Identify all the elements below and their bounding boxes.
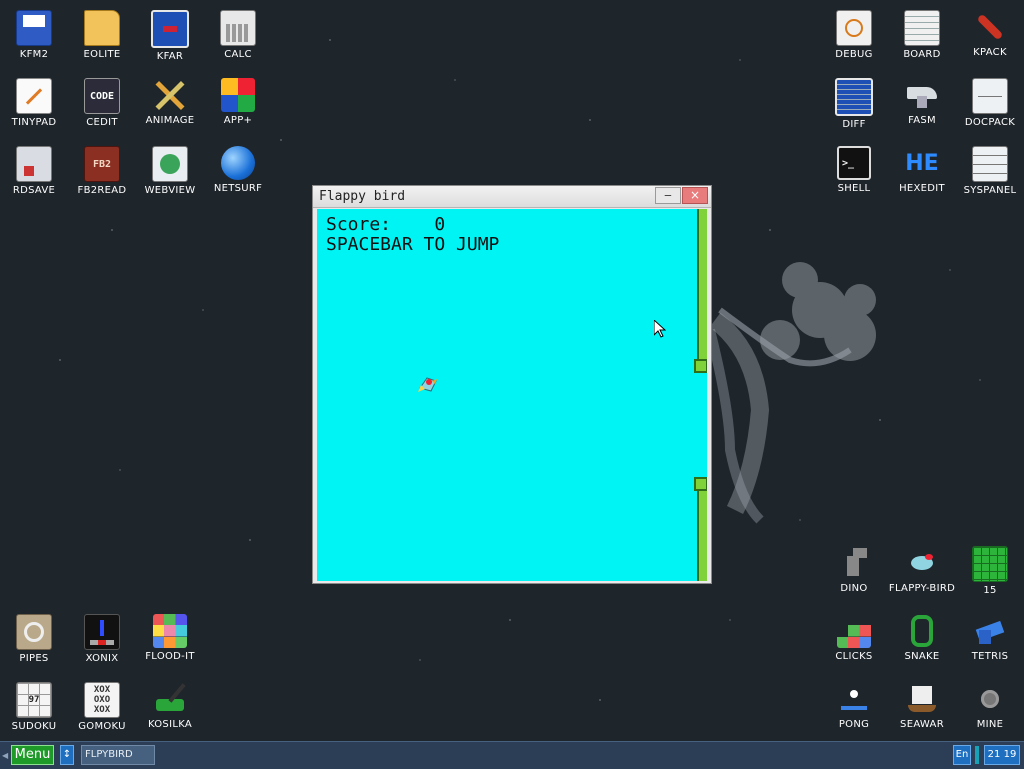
desktop-icon-fasm[interactable]: FASM [888, 74, 956, 134]
mine-icon [973, 682, 1007, 716]
pencil-ruler-icon [153, 78, 187, 112]
cabinet-icon [972, 78, 1008, 114]
desktop-icon-diff[interactable]: DIFF [820, 74, 888, 134]
desktop-icon-snake[interactable]: SNAKE [888, 610, 956, 670]
taskbar: ◀ Menu ↕ FLPYBIRD En 21 19 [0, 741, 1024, 769]
folder-icon [84, 10, 120, 46]
calculator-icon [220, 10, 256, 46]
panels-icon [151, 10, 189, 48]
tetris-icon [973, 614, 1007, 648]
floppy-icon [16, 10, 52, 46]
desktop-icon-xonix[interactable]: XONIX [68, 610, 136, 670]
minimize-button[interactable]: ‒ [655, 187, 681, 204]
desktop-icon-tinypad[interactable]: TINYPAD [0, 74, 68, 134]
desktop-icon-app-plus[interactable]: APP+ [204, 74, 272, 134]
ship-icon [905, 682, 939, 716]
desktop-icon-debug[interactable]: DEBUG [820, 6, 888, 66]
upper-pipe [697, 209, 707, 361]
bird-sprite [418, 377, 437, 392]
game-canvas[interactable]: Score: 0 SPACEBAR TO JUMP [317, 209, 707, 581]
upper-pipe-cap [694, 359, 707, 373]
taskbar-left-arrow-icon[interactable]: ◀ [2, 751, 8, 760]
desktop-icon-board[interactable]: BOARD [888, 6, 956, 66]
jump-hint-text: SPACEBAR TO JUMP [326, 234, 500, 255]
desktop-icon-cedit[interactable]: CODE CEDIT [68, 74, 136, 134]
desktop-icon-pipes[interactable]: PIPES [0, 610, 68, 670]
desktop-icon-clicks[interactable]: CLICKS [820, 610, 888, 670]
snake-icon [905, 614, 939, 648]
desktop-icon-shell[interactable]: >_ SHELL [820, 142, 888, 202]
score-text: Score: 0 [326, 214, 446, 235]
desktop-icon-gomoku[interactable]: XOX OXO XOX GOMOKU [68, 678, 136, 738]
cube-icon [221, 78, 255, 112]
desktop-icon-pong[interactable]: PONG [820, 678, 888, 738]
lawnmower-icon [153, 682, 187, 716]
desktop-icon-syspanel[interactable]: SYSPANEL [956, 142, 1024, 202]
desktop-icon-netsurf[interactable]: NETSURF [204, 142, 272, 202]
desktop-icon-mine[interactable]: MINE [956, 678, 1024, 738]
fifteen-icon [972, 546, 1008, 582]
menu-button[interactable]: Menu [11, 745, 54, 765]
gomoku-icon: XOX OXO XOX [84, 682, 120, 718]
desktop-icon-hexedit[interactable]: HE HEXEDIT [888, 142, 956, 202]
language-indicator[interactable]: En [953, 745, 971, 765]
desktop-icon-rdsave[interactable]: RDSAVE [0, 142, 68, 202]
desktop-icon-15[interactable]: 15 [956, 542, 1024, 602]
desktop-icon-dino[interactable]: DINO [820, 542, 888, 602]
globe-icon [221, 146, 255, 180]
board-icon [904, 10, 940, 46]
pong-icon [837, 682, 871, 716]
desktop-icon-flood-it[interactable]: FLOOD-IT [136, 610, 204, 670]
notepad-icon [16, 78, 52, 114]
lower-pipe [697, 491, 707, 581]
hex-icon: HE [905, 150, 939, 176]
flappy-bird-window[interactable]: Flappy bird ‒ × Score: 0 SPACEBAR TO JUM… [312, 185, 712, 584]
blocks-icon [837, 614, 871, 648]
bug-icon [836, 10, 872, 46]
wrench-icon [973, 10, 1007, 44]
desktop-icon-kpack[interactable]: KPACK [956, 6, 1024, 66]
mouse-cursor-icon [654, 320, 666, 338]
anvil-icon [905, 78, 939, 112]
pipes-icon [16, 614, 52, 650]
desktop-icon-flappy-bird[interactable]: FLAPPY-BIRD [888, 542, 956, 602]
clock[interactable]: 21 19 [984, 745, 1020, 765]
desktop-icon-kosilka[interactable]: KOSILKA [136, 678, 204, 738]
sudoku-icon: 97 [16, 682, 52, 718]
xonix-icon [84, 614, 120, 650]
desktop-icon-kfm2[interactable]: KFM2 [0, 6, 68, 66]
color-grid-icon [153, 614, 187, 648]
desktop-icon-calc[interactable]: CALC [204, 6, 272, 66]
bird-icon [905, 546, 939, 580]
terminal-icon: >_ [837, 146, 871, 180]
window-titlebar[interactable]: Flappy bird ‒ × [313, 186, 711, 208]
taskbar-arrows-button[interactable]: ↕ [60, 745, 74, 765]
taskbar-item-flpybird[interactable]: FLPYBIRD [81, 745, 155, 765]
desktop-icon-kfar[interactable]: KFAR [136, 6, 204, 66]
desktop-icon-fb2read[interactable]: FB2 FB2READ [68, 142, 136, 202]
tree-wallpaper-graphic [705, 262, 876, 524]
disk-save-icon [16, 146, 52, 182]
desktop-icon-tetris[interactable]: TETRIS [956, 610, 1024, 670]
dino-icon [837, 546, 871, 580]
desktop-icon-docpack[interactable]: DOCPACK [956, 74, 1024, 134]
desktop-icon-seawar[interactable]: SEAWAR [888, 678, 956, 738]
web-icon [152, 146, 188, 182]
window-title: Flappy bird [319, 189, 406, 204]
lower-pipe-cap [694, 477, 707, 491]
desktop-icon-sudoku[interactable]: 97 SUDOKU [0, 678, 68, 738]
close-button[interactable]: × [682, 187, 708, 204]
diff-icon [835, 78, 873, 116]
sliders-icon [972, 146, 1008, 182]
book-icon: FB2 [84, 146, 120, 182]
desktop-icon-animage[interactable]: ANIMAGE [136, 74, 204, 134]
code-icon: CODE [84, 78, 120, 114]
tray-separator [975, 746, 979, 764]
desktop-icon-eolite[interactable]: EOLITE [68, 6, 136, 66]
desktop-icon-webview[interactable]: WEBVIEW [136, 142, 204, 202]
